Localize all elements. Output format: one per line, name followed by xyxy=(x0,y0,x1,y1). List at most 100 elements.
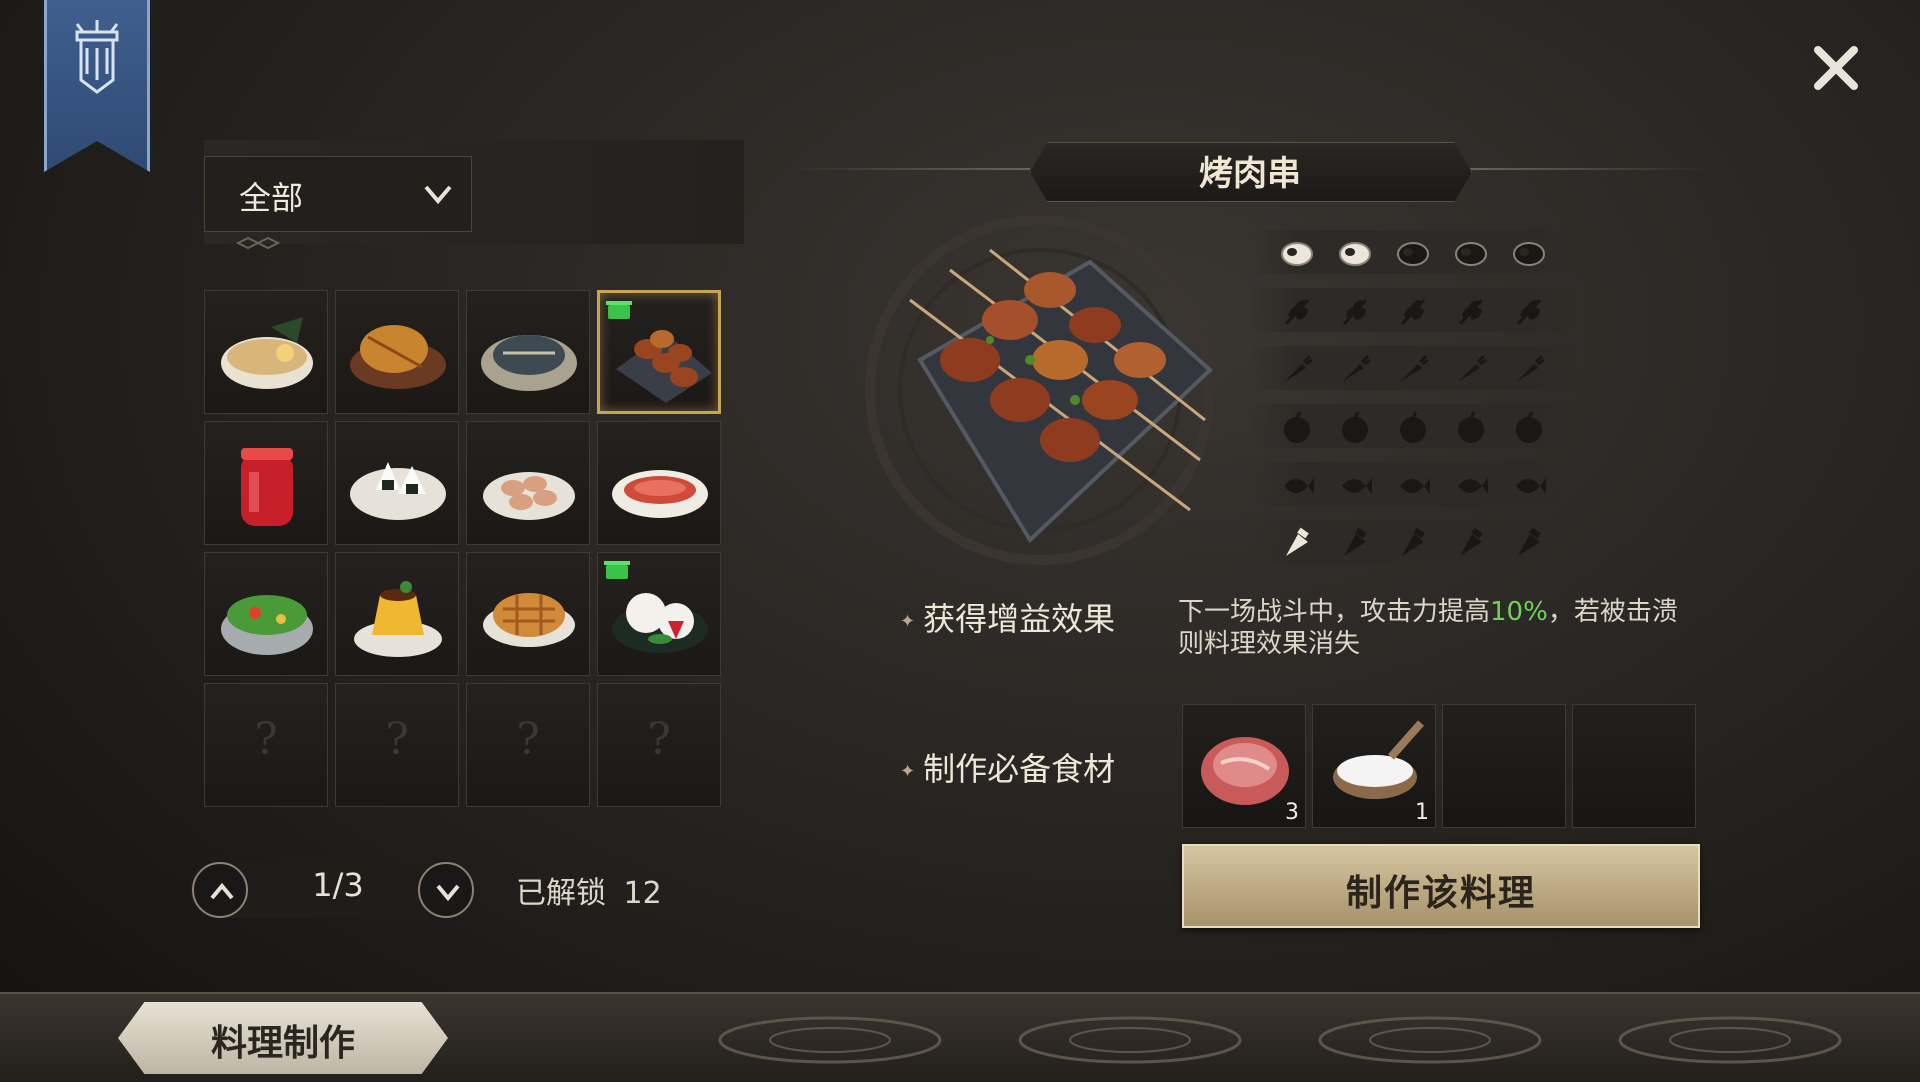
recipe-slot-sashimi-plate[interactable] xyxy=(597,421,721,545)
page-down-button[interactable] xyxy=(418,862,474,918)
bottom-ornament xyxy=(1318,1016,1542,1064)
ingredients-section-label: ✦ 制作必备食材 xyxy=(900,750,1116,788)
ingredient-slot-raw-meat[interactable]: 3 xyxy=(1182,704,1306,828)
bottom-ornament xyxy=(1018,1016,1242,1064)
ingredient-slot-empty xyxy=(1442,704,1566,828)
chevron-up-icon xyxy=(210,882,234,900)
ingredient-slot-empty xyxy=(1572,704,1696,828)
fried-fish-image xyxy=(350,325,446,389)
castle-icon xyxy=(75,20,119,94)
locked-question-mark: ? xyxy=(254,714,278,765)
buff-value: 10% xyxy=(1490,597,1548,627)
recipe-slot-sausage-plate[interactable] xyxy=(466,421,590,545)
ingredient-slot-salt-bowl[interactable]: 1 xyxy=(1312,704,1436,828)
raw-meat-image xyxy=(1201,737,1289,805)
recipe-slot-pudding[interactable] xyxy=(335,552,459,676)
fruit-icon xyxy=(1396,410,1430,444)
dish-title: 烤肉串 xyxy=(1199,154,1301,194)
ingredients-label: 制作必备食材 xyxy=(923,750,1116,788)
close-icon xyxy=(1814,46,1858,90)
salt-bowl-image xyxy=(1333,720,1424,799)
fish-icon xyxy=(1512,468,1546,502)
dish-image xyxy=(865,215,1215,565)
pie-image xyxy=(483,593,575,647)
unlocked-value: 12 xyxy=(623,876,662,911)
recipe-slot-strawberry-daifuku[interactable] xyxy=(597,552,721,676)
recipe-slot-jam-jar[interactable] xyxy=(204,421,328,545)
recipe-slot-locked[interactable]: ? xyxy=(597,683,721,807)
category-dropdown[interactable]: 全部 xyxy=(204,156,472,232)
attribute-row-fish xyxy=(1250,462,1580,506)
grain-icon xyxy=(1280,294,1314,328)
bottom-ornament xyxy=(1618,1016,1842,1064)
cooking-tab-label: 料理制作 xyxy=(210,1022,355,1064)
meat-icon xyxy=(1280,236,1314,270)
meat-icon xyxy=(1454,236,1488,270)
recipe-slot-steamed-fish[interactable] xyxy=(466,290,590,414)
meat-icon xyxy=(1338,236,1372,270)
carrot-icon xyxy=(1280,352,1314,386)
meat-icon xyxy=(1512,236,1546,270)
seasoning-icon xyxy=(1454,526,1488,560)
salad-image xyxy=(221,595,313,655)
ingredient-count: 1 xyxy=(1415,800,1429,825)
attribute-row-meat xyxy=(1250,230,1580,274)
meat-icon xyxy=(1396,236,1430,270)
recipe-slot-ramen[interactable] xyxy=(204,290,328,414)
locked-question-mark: ? xyxy=(516,714,540,765)
attribute-row-seasoning xyxy=(1250,520,1580,564)
fish-icon xyxy=(1280,468,1314,502)
recipe-slot-locked[interactable]: ? xyxy=(204,683,328,807)
fruit-icon xyxy=(1280,410,1314,444)
bottom-ornament xyxy=(718,1016,942,1064)
grain-icon xyxy=(1338,294,1372,328)
attribute-row-fruit xyxy=(1250,404,1580,448)
sausage-plate-image xyxy=(483,472,575,520)
recipe-slot-fried-fish[interactable] xyxy=(335,290,459,414)
grain-icon xyxy=(1396,294,1430,328)
pudding-image xyxy=(354,581,442,657)
unlocked-label: 已解锁 xyxy=(516,876,606,911)
seasoning-icon xyxy=(1338,526,1372,560)
ramen-image xyxy=(221,317,313,389)
carrot-icon xyxy=(1512,352,1546,386)
fish-icon xyxy=(1338,468,1372,502)
owned-pot-icon xyxy=(604,561,630,579)
page-up-button[interactable] xyxy=(192,862,248,918)
fish-icon xyxy=(1396,468,1430,502)
chevron-down-icon xyxy=(424,185,452,205)
chevron-down-icon xyxy=(436,884,460,902)
fruit-icon xyxy=(1338,410,1372,444)
owned-pot-icon xyxy=(606,301,632,319)
make-dish-button[interactable]: 制作该料理 xyxy=(1182,844,1700,928)
recipe-slot-meat-skewers[interactable] xyxy=(597,290,721,414)
locked-question-mark: ? xyxy=(647,714,671,765)
buff-description: 下一场战斗中，攻击力提高10%，若被击溃则料理效果消失 xyxy=(1178,596,1698,660)
buff-label: 获得增益效果 xyxy=(923,600,1116,638)
grain-icon xyxy=(1512,294,1546,328)
divider-ornament xyxy=(236,236,280,250)
ingredient-count: 3 xyxy=(1285,800,1299,825)
fruit-icon xyxy=(1512,410,1546,444)
recipe-slot-pie[interactable] xyxy=(466,552,590,676)
make-dish-label: 制作该料理 xyxy=(1345,872,1536,914)
category-selected-label: 全部 xyxy=(239,179,304,217)
attribute-row-grain xyxy=(1250,288,1580,332)
buff-text-before: 下一场战斗中，攻击力提高 xyxy=(1178,597,1491,627)
grain-icon xyxy=(1454,294,1488,328)
title-line-right xyxy=(1470,168,1710,170)
recipe-slot-locked[interactable]: ? xyxy=(466,683,590,807)
seasoning-icon xyxy=(1512,526,1546,560)
recipe-slot-salad[interactable] xyxy=(204,552,328,676)
carrot-icon xyxy=(1454,352,1488,386)
seasoning-icon xyxy=(1280,526,1314,560)
recipe-slot-locked[interactable]: ? xyxy=(335,683,459,807)
locked-question-mark: ? xyxy=(385,714,409,765)
seasoning-icon xyxy=(1396,526,1430,560)
recipe-slot-rice-balls[interactable] xyxy=(335,421,459,545)
buff-section-label: ✦ 获得增益效果 xyxy=(900,600,1116,638)
close-button[interactable] xyxy=(1808,40,1864,96)
jam-jar-image xyxy=(241,448,293,526)
attribute-row-carrot xyxy=(1250,346,1580,390)
steamed-fish-image xyxy=(481,335,577,391)
